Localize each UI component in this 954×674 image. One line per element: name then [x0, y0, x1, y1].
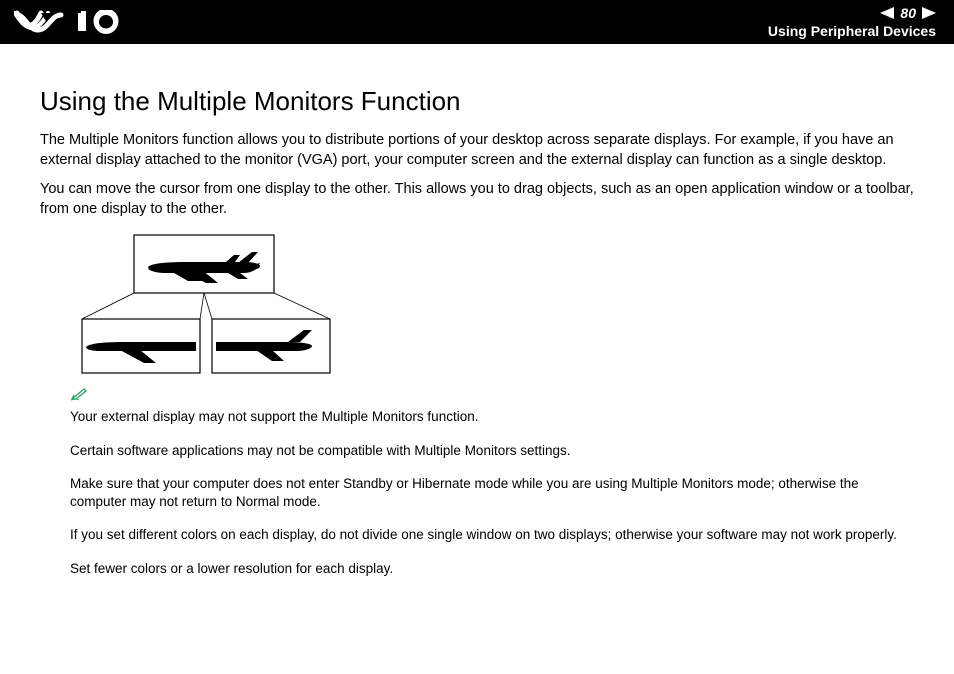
note-text: Certain software applications may not be… — [70, 442, 914, 460]
page-number: 80 — [900, 4, 916, 22]
section-label: Using Peripheral Devices — [768, 22, 936, 40]
note-text: Make sure that your computer does not en… — [70, 475, 914, 510]
page-navigation: 80 — [768, 4, 936, 22]
note-text: Set fewer colors or a lower resolution f… — [70, 560, 914, 578]
page-title: Using the Multiple Monitors Function — [40, 86, 914, 117]
note-text: If you set different colors on each disp… — [70, 526, 914, 544]
page-header: 80 Using Peripheral Devices — [0, 0, 954, 44]
next-page-arrow[interactable] — [922, 7, 936, 19]
body-paragraph: The Multiple Monitors function allows yo… — [40, 131, 914, 170]
header-right: 80 Using Peripheral Devices — [768, 4, 936, 40]
page-content: Using the Multiple Monitors Function The… — [0, 44, 954, 578]
note-text: Your external display may not support th… — [70, 408, 914, 426]
note-icon — [70, 387, 914, 406]
multiple-monitors-diagram — [76, 233, 336, 373]
body-paragraph: You can move the cursor from one display… — [40, 180, 914, 219]
prev-page-arrow[interactable] — [880, 7, 894, 19]
vaio-logo — [14, 10, 132, 34]
